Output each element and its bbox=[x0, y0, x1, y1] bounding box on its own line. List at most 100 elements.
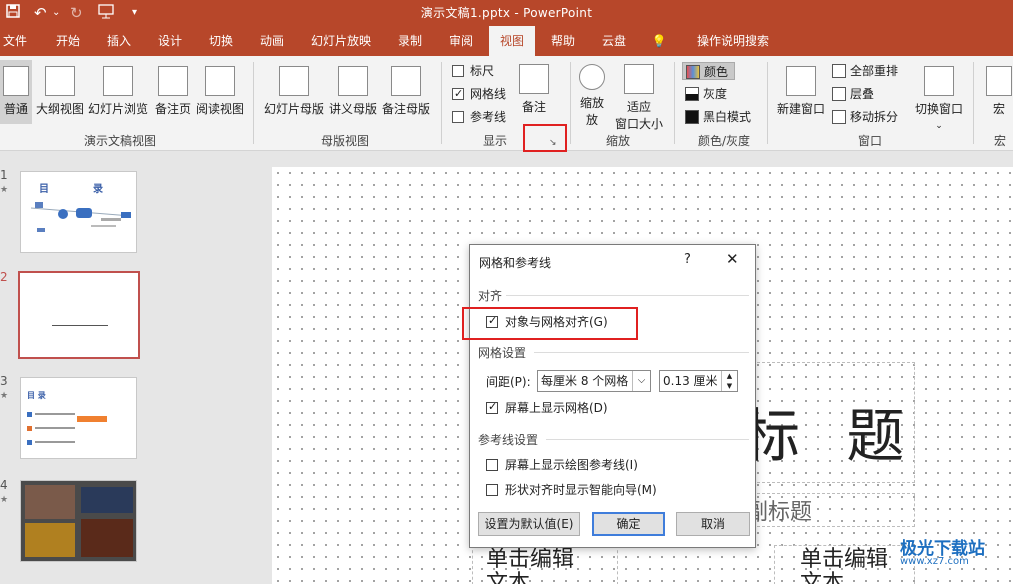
smart-guides-box[interactable] bbox=[486, 484, 498, 496]
macros-icon bbox=[986, 66, 1012, 96]
fit-to-window-button[interactable]: 适应 窗口大小 bbox=[610, 64, 668, 132]
cascade-label: 层叠 bbox=[850, 87, 875, 101]
show-grid-box[interactable] bbox=[486, 399, 498, 415]
switch-windows-button[interactable]: 切换窗口 ⌄ bbox=[913, 66, 965, 131]
cascade-button[interactable]: 层叠 bbox=[832, 85, 874, 103]
guides-checkbox[interactable]: 参考线 bbox=[452, 108, 506, 126]
slide-number: 4 bbox=[0, 478, 8, 492]
animation-star-icon: ★ bbox=[0, 495, 9, 505]
show-guides-checkbox[interactable]: 屏幕上显示绘图参考线(I) bbox=[486, 457, 638, 473]
smart-guides-checkbox[interactable]: 形状对齐时显示智能向导(M) bbox=[486, 482, 657, 498]
help-button[interactable]: ? bbox=[684, 252, 691, 267]
show-grid-checkbox[interactable]: 屏幕上显示网格(D) bbox=[486, 399, 608, 416]
black-white-button[interactable]: 黑白模式 bbox=[685, 108, 751, 126]
notes-page-icon bbox=[158, 66, 188, 96]
slide-title-text: 标 题 bbox=[742, 402, 919, 470]
move-split-button[interactable]: 移动拆分 bbox=[832, 108, 898, 126]
zoom-button[interactable]: 缩放 放 bbox=[576, 64, 608, 128]
set-default-button[interactable]: 设置为默认值(E) bbox=[478, 512, 580, 536]
normal-view-button[interactable]: 普通 bbox=[0, 60, 32, 124]
group-divider bbox=[441, 62, 442, 144]
close-button[interactable]: ✕ bbox=[726, 250, 739, 268]
grayscale-label: 灰度 bbox=[703, 87, 728, 101]
slide-number: 2 bbox=[0, 270, 8, 284]
tab-animations[interactable]: 动画 bbox=[252, 26, 292, 56]
thumb-line bbox=[52, 325, 108, 326]
switch-windows-label: 切换窗口 bbox=[914, 102, 963, 116]
tab-review[interactable]: 审阅 bbox=[441, 26, 481, 56]
tab-help[interactable]: 帮助 bbox=[543, 26, 583, 56]
notes-page-button[interactable]: 备注页 bbox=[153, 66, 193, 117]
tab-record[interactable]: 录制 bbox=[390, 26, 430, 56]
dialog-title: 网格和参考线 bbox=[479, 256, 552, 270]
macros-label: 宏 bbox=[992, 102, 1005, 116]
ok-button[interactable]: 确定 bbox=[592, 512, 665, 536]
zoom-label-2: 放 bbox=[585, 113, 598, 127]
normal-view-icon bbox=[3, 66, 29, 96]
move-split-label: 移动拆分 bbox=[850, 110, 899, 124]
spinner-icon[interactable]: ▲ ▼ bbox=[721, 371, 737, 391]
color-button[interactable]: 颜色 bbox=[682, 62, 736, 80]
spacing-dropdown-value: 每厘米 8 个网格 bbox=[541, 374, 629, 388]
switch-windows-dropdown-icon: ⌄ bbox=[935, 121, 943, 131]
tell-me-search[interactable]: 操作说明搜索 bbox=[678, 26, 788, 56]
spacing-cm-input[interactable]: 0.13 厘米 ▲ ▼ bbox=[659, 370, 738, 392]
tab-view[interactable]: 视图 bbox=[489, 26, 535, 56]
slide-thumbnail-1[interactable]: 目 录 bbox=[20, 171, 137, 253]
smart-guides-label: 形状对齐时显示智能向导(M) bbox=[505, 483, 657, 497]
slide-thumbnail-4[interactable] bbox=[20, 480, 137, 562]
thumb-diagram bbox=[30, 202, 132, 232]
reading-view-icon bbox=[205, 66, 235, 96]
tab-slideshow[interactable]: 幻灯片放映 bbox=[304, 26, 378, 56]
group-macros: 宏 bbox=[993, 134, 1006, 148]
zoom-magnifier-icon bbox=[579, 64, 605, 90]
animation-star-icon: ★ bbox=[0, 391, 9, 401]
notes-button[interactable]: 备注 bbox=[516, 64, 552, 115]
thumb-list-graphic bbox=[27, 412, 107, 445]
handout-master-button[interactable]: 讲义母版 bbox=[328, 66, 378, 117]
spacing-dropdown[interactable]: 每厘米 8 个网格 ⌵ bbox=[537, 370, 651, 392]
tab-transitions[interactable]: 切换 bbox=[201, 26, 241, 56]
grayscale-button[interactable]: 灰度 bbox=[685, 85, 727, 103]
cancel-button[interactable]: 取消 bbox=[676, 512, 750, 536]
section-divider bbox=[546, 439, 749, 440]
slide-master-button[interactable]: 幻灯片母版 bbox=[262, 66, 326, 117]
slide-sorter-button[interactable]: 幻灯片浏览 bbox=[87, 66, 149, 117]
grid-guides-dialog: 网格和参考线 ? ✕ 对齐 对象与网格对齐(G) 网格设置 间距(P): 每厘米… bbox=[462, 244, 756, 548]
color-label: 颜色 bbox=[704, 65, 729, 79]
gridlines-checkbox[interactable]: 网格线 bbox=[452, 85, 506, 103]
reading-view-button[interactable]: 阅读视图 bbox=[195, 66, 245, 117]
notes-master-button[interactable]: 备注母版 bbox=[380, 66, 432, 117]
new-window-button[interactable]: 新建窗口 bbox=[775, 66, 827, 117]
section-guides: 参考线设置 bbox=[478, 433, 539, 447]
group-master-views: 母版视图 bbox=[320, 134, 369, 148]
slide-thumbnail-2[interactable] bbox=[18, 271, 140, 359]
slide-number: 3 bbox=[0, 374, 8, 388]
slide-thumbnail-pane[interactable]: 1 ★ 目 录 2 3 ★ 目 录 4 ★ bbox=[0, 152, 158, 584]
outline-view-button[interactable]: 大纲视图 bbox=[35, 66, 85, 117]
tab-cloud[interactable]: 云盘 bbox=[594, 26, 634, 56]
highlight-launcher bbox=[523, 124, 567, 152]
chevron-down-icon[interactable]: ⌵ bbox=[632, 371, 650, 391]
notes-master-label: 备注母版 bbox=[381, 102, 430, 116]
slide-number: 1 bbox=[0, 168, 8, 182]
body-right-text: 单击编辑 文本 bbox=[800, 547, 889, 584]
slide-thumbnail-3[interactable]: 目 录 bbox=[20, 377, 137, 459]
macros-button[interactable]: 宏 bbox=[985, 66, 1013, 117]
new-window-label: 新建窗口 bbox=[776, 102, 825, 116]
tab-design[interactable]: 设计 bbox=[150, 26, 190, 56]
show-guides-label: 屏幕上显示绘图参考线(I) bbox=[505, 458, 638, 472]
arrange-all-button[interactable]: 全部重排 bbox=[832, 62, 898, 80]
slide-sorter-icon bbox=[103, 66, 133, 96]
tab-insert[interactable]: 插入 bbox=[99, 26, 139, 56]
show-guides-box[interactable] bbox=[486, 459, 498, 471]
zoom-label: 缩放 bbox=[579, 96, 604, 110]
ruler-checkbox[interactable]: 标尺 bbox=[452, 62, 494, 80]
slide-sorter-label: 幻灯片浏览 bbox=[87, 102, 148, 116]
arrange-all-icon bbox=[832, 64, 846, 78]
tab-home[interactable]: 开始 bbox=[48, 26, 88, 56]
section-divider bbox=[506, 295, 749, 296]
tab-file[interactable]: 文件 bbox=[0, 26, 30, 56]
slide-master-icon bbox=[279, 66, 309, 96]
lightbulb-icon: 💡 bbox=[651, 34, 667, 48]
